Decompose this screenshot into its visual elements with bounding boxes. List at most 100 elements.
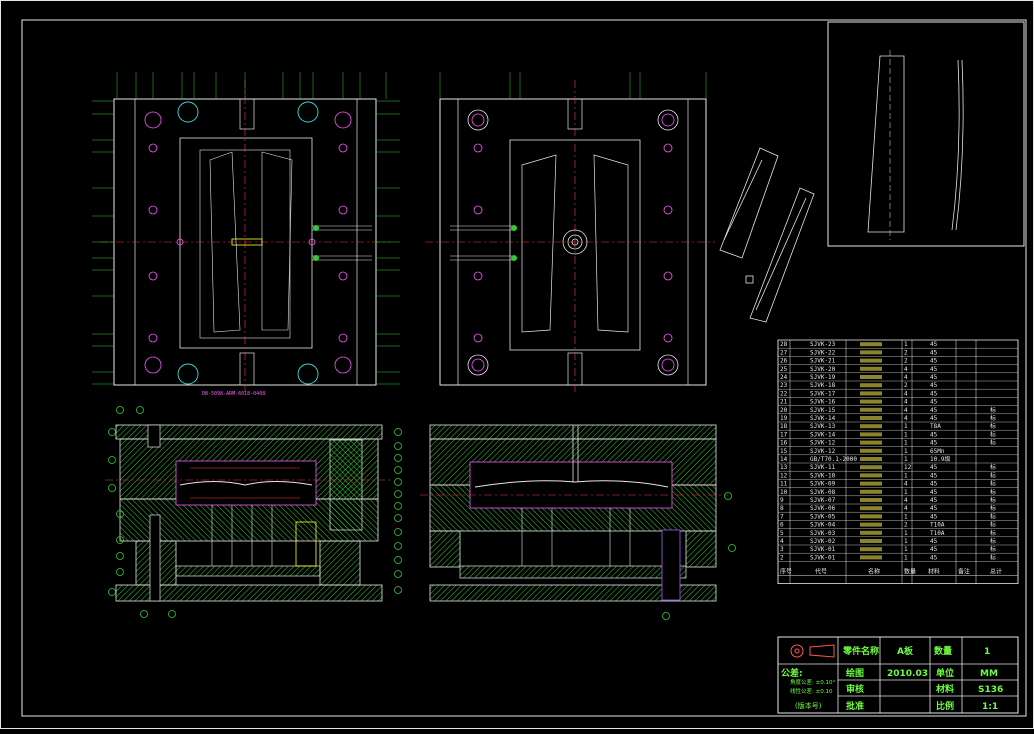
- bom-qty: 1: [904, 431, 908, 438]
- bom-code: SJVK-22: [810, 349, 836, 356]
- callout-balloon: [116, 552, 124, 560]
- bom-note: 标: [990, 422, 996, 430]
- material-value: S136: [978, 685, 1003, 695]
- callout-balloon: [108, 456, 116, 464]
- bom-material: 10.9级: [930, 455, 950, 463]
- bom-qty: 1: [904, 489, 908, 496]
- callout-balloon: [116, 406, 124, 414]
- bom-material: T8A: [930, 423, 941, 430]
- bom-header: 序号: [780, 568, 792, 576]
- bom-name-mark: [860, 530, 882, 535]
- bom-header: 数量: [904, 568, 916, 576]
- svg-text:DB-5098-ARM-6018-0408: DB-5098-ARM-6018-0408: [202, 391, 265, 397]
- callout-balloon: [108, 484, 116, 492]
- bom-name-mark: [860, 555, 882, 560]
- bom-material: 45: [930, 505, 938, 512]
- tolerance-angle: 角度公差: ±0.10°: [790, 678, 835, 686]
- version-label: (版本号): [795, 701, 822, 710]
- bom-code: SJVK-09: [810, 481, 836, 488]
- bom-qty: 1: [904, 440, 908, 447]
- bom-note: 标: [990, 406, 996, 414]
- callout-balloon: [394, 442, 402, 450]
- cad-drawing-sheet: DB-5098-ARM-6018-0408 28 SJVK-23 1 4527 …: [0, 0, 1034, 729]
- bom-material: 45: [930, 513, 938, 520]
- bom-note: 标: [990, 504, 996, 512]
- bom-no: 11: [780, 481, 788, 488]
- bom-name-mark: [860, 407, 882, 412]
- callout-balloon: [108, 428, 116, 436]
- callout-balloon: [108, 588, 116, 596]
- callout-balloon: [394, 556, 402, 564]
- bom-code: SJVK-12: [810, 440, 836, 447]
- bom-header: 材料: [928, 568, 940, 576]
- bom-no: 7: [780, 513, 784, 520]
- bom-no: 19: [780, 415, 788, 422]
- callout-balloon: [116, 568, 124, 576]
- bom-no: 8: [780, 505, 784, 512]
- bom-code: SJVK-17: [810, 390, 836, 397]
- bom-no: 18: [780, 423, 788, 430]
- callout-balloon: [394, 528, 402, 536]
- bom-code: SJVK-14: [810, 431, 836, 438]
- bom-name-mark: [860, 391, 882, 396]
- bom-qty: 1: [904, 456, 908, 463]
- bom-name-mark: [860, 399, 882, 404]
- bom-header: 备注: [958, 568, 970, 576]
- drawing-date: 2010.03: [887, 669, 928, 679]
- bom-note: 标: [990, 496, 996, 504]
- callout-balloon: [728, 544, 736, 552]
- callout-balloon: [394, 514, 402, 522]
- bom-material: 45: [930, 472, 938, 479]
- title-block: 零件名称 A板 数量 1 绘图 2010.03 单位 MM 审核 材料 S136…: [777, 636, 1019, 714]
- part-name-label: 零件名称: [842, 645, 879, 657]
- bom-no: 4: [780, 538, 784, 545]
- part-name-value: A板: [897, 645, 914, 657]
- bom-code: GB/T70.1-2000: [810, 456, 857, 463]
- bom-note: 标: [990, 545, 996, 553]
- bom-material: 45: [930, 440, 938, 447]
- bom-no: 5: [780, 530, 784, 537]
- bom-no: 22: [780, 390, 788, 397]
- section-view-right: [420, 424, 728, 602]
- bom-note: 标: [990, 553, 996, 561]
- material-label: 材料: [935, 683, 954, 695]
- bom-note: 标: [990, 471, 996, 479]
- bom-code: SJVK-11: [810, 464, 836, 471]
- bom-no: 21: [780, 399, 788, 406]
- bom-header: 名称: [868, 568, 880, 576]
- bom-code: SJVK-01: [810, 546, 836, 553]
- bom-qty: 4: [904, 374, 908, 381]
- bom-code: SJVK-23: [810, 341, 836, 348]
- plan-view-left: DB-5098-ARM-6018-0408: [92, 72, 400, 397]
- bom-note: 标: [990, 463, 996, 471]
- quantity-label: 数量: [934, 645, 952, 657]
- bom-header: 总计: [990, 568, 1002, 576]
- bom-note: 标: [990, 439, 996, 447]
- bom-material: 65Mn: [930, 448, 945, 455]
- bom-material: 45: [930, 464, 938, 471]
- callout-balloon: [136, 406, 144, 414]
- bom-name-mark: [860, 358, 882, 363]
- plan-view-right: [425, 72, 715, 395]
- callout-balloon: [394, 586, 402, 594]
- bom-material: 45: [930, 407, 938, 414]
- bom-material: 45: [930, 390, 938, 397]
- bom-material: 45: [930, 497, 938, 504]
- bom-code: SJVK-15: [810, 407, 836, 414]
- bom-material: 45: [930, 538, 938, 545]
- callout-balloon: [394, 542, 402, 550]
- bom-material: 45: [930, 489, 938, 496]
- bom-code: SJVK-06: [810, 505, 836, 512]
- bom-no: 27: [780, 349, 788, 356]
- bom-code: SJVK-21: [810, 358, 836, 365]
- bom-code: SJVK-19: [810, 374, 836, 381]
- bom-qty: 2: [904, 382, 908, 389]
- bom-qty: 4: [904, 366, 908, 373]
- bom-name-mark: [860, 375, 882, 379]
- bom-code: SJVK-13: [810, 423, 836, 430]
- bom-name-mark: [860, 522, 882, 527]
- bom-note: 标: [990, 512, 996, 520]
- section-view-left: [105, 424, 392, 602]
- bom-name-mark: [860, 498, 882, 502]
- bom-code: SJVK-12: [810, 448, 836, 455]
